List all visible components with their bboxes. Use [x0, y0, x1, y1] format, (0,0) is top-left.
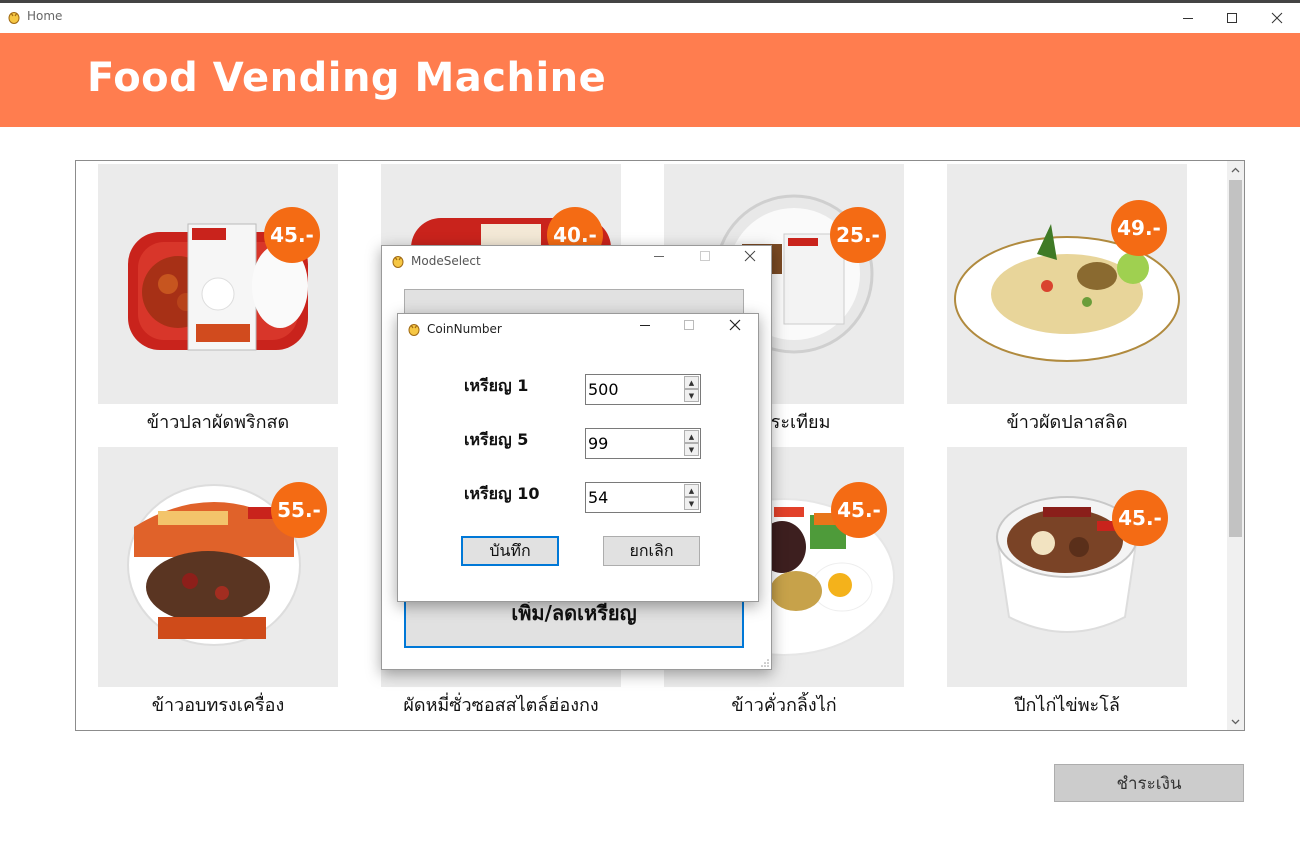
- item-name: ข้าวผัดปลาสลิด: [1006, 412, 1128, 433]
- coin-5-value[interactable]: 99: [588, 434, 608, 453]
- item-name: ปีกไก่ไข่พะโล้: [1014, 695, 1120, 716]
- price-badge: 55.-: [271, 482, 327, 538]
- food-image[interactable]: [947, 164, 1187, 404]
- item-name: ข้าวคั่วกลิ้งไก่: [731, 695, 837, 716]
- app-icon: [392, 256, 404, 268]
- window-title: Home: [27, 9, 63, 23]
- coin-5-label: เหรียญ 5: [464, 430, 529, 449]
- spin-buttons[interactable]: ▲ ▼: [684, 376, 699, 403]
- spin-down-icon[interactable]: ▼: [684, 443, 699, 456]
- coin-number-dialog: CoinNumber เหรียญ 1 500 ▲ ▼ เหรียญ 5 99 …: [397, 313, 759, 602]
- item-name: ข้าวอบทรงเครื่อง: [151, 695, 285, 716]
- scroll-up-button[interactable]: [1227, 161, 1244, 178]
- scroll-down-button[interactable]: [1227, 713, 1244, 730]
- vertical-scrollbar[interactable]: [1227, 161, 1244, 730]
- close-icon: [729, 319, 741, 331]
- cancel-button[interactable]: ยกเลิก: [603, 536, 700, 566]
- minimize-button[interactable]: [635, 319, 655, 335]
- scroll-thumb[interactable]: [1229, 180, 1242, 537]
- minimize-button[interactable]: [649, 250, 669, 266]
- dialog-title: ModeSelect: [411, 254, 481, 268]
- page-title: Food Vending Machine: [87, 55, 607, 101]
- pay-button[interactable]: ชำระเงิน: [1054, 764, 1244, 802]
- price-badge: 45.-: [1112, 490, 1168, 546]
- maximize-button[interactable]: [1209, 3, 1255, 33]
- food-bowl-image: [995, 496, 1139, 633]
- item-name: ข้าวปลาผัดพริกสด: [146, 412, 290, 433]
- minimize-icon: [640, 325, 650, 326]
- coin-10-value[interactable]: 54: [588, 488, 608, 507]
- resize-grip-icon[interactable]: [761, 659, 769, 667]
- maximize-icon: [1227, 13, 1237, 23]
- close-button[interactable]: [740, 250, 760, 266]
- close-button[interactable]: [725, 319, 745, 335]
- coin-10-label: เหรียญ 10: [464, 484, 540, 503]
- minimize-button[interactable]: [1165, 3, 1211, 33]
- price-badge: 25.-: [830, 207, 886, 263]
- chevron-up-icon: [1231, 167, 1240, 172]
- close-icon: [744, 250, 756, 262]
- price-badge: 49.-: [1111, 200, 1167, 256]
- close-icon: [1271, 12, 1283, 24]
- app-header: Food Vending Machine: [0, 33, 1300, 127]
- food-plate-image: [954, 224, 1180, 362]
- maximize-icon: [700, 251, 710, 261]
- minimize-icon: [654, 256, 664, 257]
- save-button[interactable]: บันทึก: [461, 536, 559, 566]
- spin-up-icon[interactable]: ▲: [684, 430, 699, 443]
- maximize-button: [679, 319, 699, 335]
- window-titlebar: Home: [0, 3, 1300, 33]
- price-badge: 45.-: [831, 482, 887, 538]
- food-image[interactable]: [98, 164, 338, 404]
- coin-1-label: เหรียญ 1: [464, 376, 529, 395]
- spin-down-icon[interactable]: ▼: [684, 497, 699, 510]
- coin-1-stepper[interactable]: 500 ▲ ▼: [585, 374, 701, 405]
- spin-up-icon[interactable]: ▲: [684, 484, 699, 497]
- maximize-button: [695, 250, 715, 266]
- spin-down-icon[interactable]: ▼: [684, 389, 699, 402]
- coin-5-stepper[interactable]: 99 ▲ ▼: [585, 428, 701, 459]
- minimize-icon: [1183, 18, 1193, 19]
- coin-1-value[interactable]: 500: [588, 380, 619, 399]
- app-icon: [408, 324, 420, 336]
- app-icon: [8, 12, 20, 24]
- dialog-title: CoinNumber: [427, 322, 502, 336]
- close-button[interactable]: [1254, 3, 1300, 33]
- spin-buttons[interactable]: ▲ ▼: [684, 430, 699, 457]
- price-badge: 45.-: [264, 207, 320, 263]
- food-tray-image: [128, 223, 308, 351]
- coin-10-stepper[interactable]: 54 ▲ ▼: [585, 482, 701, 513]
- food-image[interactable]: [947, 447, 1187, 687]
- chevron-down-icon: [1231, 719, 1240, 724]
- spin-up-icon[interactable]: ▲: [684, 376, 699, 389]
- item-name: ผัดหมี่ซั่วซอสสไตล์ฮ่องกง: [403, 695, 599, 716]
- maximize-icon: [684, 320, 694, 330]
- spin-buttons[interactable]: ▲ ▼: [684, 484, 699, 511]
